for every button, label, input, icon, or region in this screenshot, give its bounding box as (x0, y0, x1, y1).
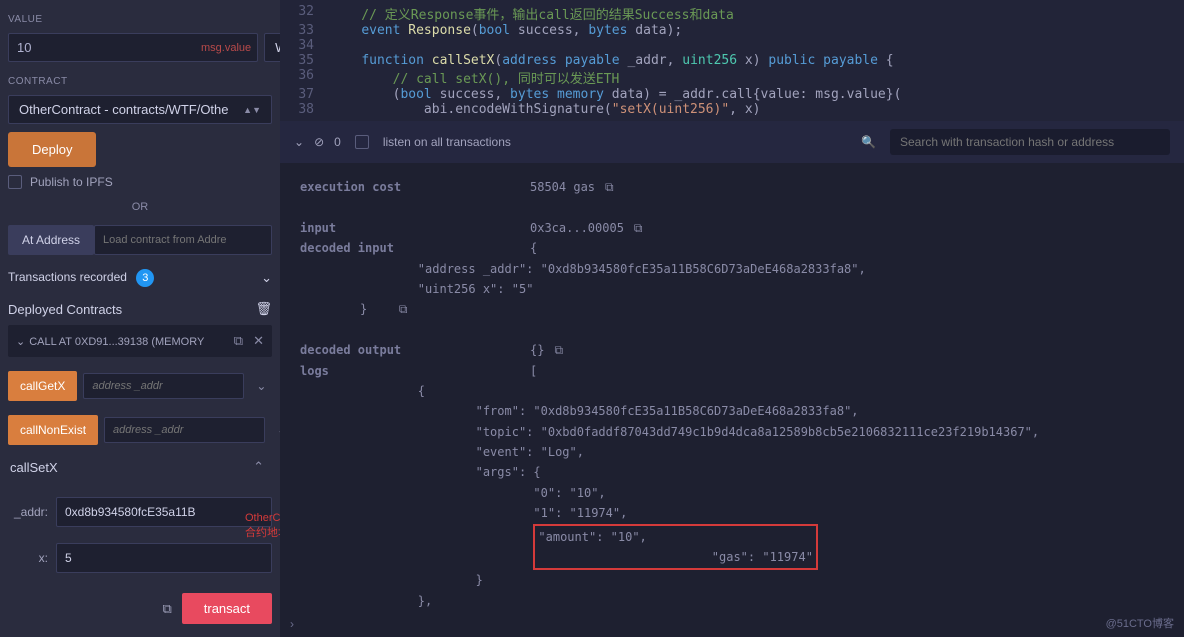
or-divider: OR (8, 201, 272, 213)
listen-checkbox[interactable] (355, 135, 369, 149)
copy-icon[interactable]: ⧉ (554, 343, 563, 357)
deployed-contract-name: CALL AT 0XD91...39138 (MEMORY (29, 336, 204, 348)
input-label: input (300, 218, 530, 238)
tx-count-badge: 3 (136, 269, 154, 287)
addr-param-input[interactable] (56, 497, 272, 527)
code-editor[interactable]: 32 // 定义Response事件，输出call返回的结果Success和da… (280, 0, 1184, 121)
copy-icon[interactable]: ⧉ (399, 302, 408, 316)
annotation-addr: OtherContract合约地址 (245, 512, 280, 540)
log-entry-0: { "from": "0xd8b934580fcE35a11B58C6D73aD… (300, 381, 1164, 611)
close-icon[interactable]: ✕ (253, 333, 264, 349)
chevron-down-icon[interactable]: ⌄ (16, 336, 25, 348)
chevron-up-icon[interactable]: ⌃ (247, 459, 270, 475)
load-address-input[interactable] (94, 225, 272, 255)
value-label: VALUE (8, 14, 272, 25)
unit-select[interactable]: Wei ▲▼ (264, 33, 280, 62)
callnonexist-button[interactable]: callNonExist (8, 415, 98, 445)
value-input-wrap[interactable]: msg.value (8, 33, 258, 62)
tx-recorded-label: Transactions recorded (8, 270, 127, 284)
deployed-contracts-label: Deployed Contracts (8, 302, 122, 317)
decoded-input-json: "address _addr": "0xd8b934580fcE35a11B58… (300, 259, 1164, 320)
exec-cost-label: execution cost (300, 177, 530, 197)
chevron-down-icon[interactable]: ⌄ (250, 379, 272, 393)
watermark: @51CTO博客 (1106, 615, 1174, 631)
logs-label: logs (300, 361, 530, 381)
exec-cost-value: 58504 gas (530, 180, 595, 194)
search-icon: 🔍 (861, 135, 876, 149)
copy-icon[interactable]: ⧉ (234, 333, 243, 349)
copy-icon[interactable]: ⧉ (605, 180, 614, 194)
listen-label: listen on all transactions (383, 135, 511, 149)
deploy-button[interactable]: Deploy (8, 132, 96, 167)
value-input[interactable] (9, 34, 201, 61)
chevron-down-icon[interactable]: ⌄ (271, 423, 280, 437)
transact-button[interactable]: transact (182, 593, 272, 624)
callgetx-input[interactable] (83, 373, 244, 399)
x-param-input[interactable] (56, 543, 272, 573)
value-placeholder: msg.value (201, 42, 257, 54)
chevron-icon[interactable]: ⌄ (294, 135, 304, 149)
copy-icon[interactable]: ⧉ (634, 221, 643, 235)
publish-ipfs-checkbox[interactable] (8, 175, 22, 189)
addr-param-label: _addr: (8, 505, 48, 519)
search-input[interactable] (890, 129, 1170, 155)
at-address-button[interactable]: At Address (8, 225, 94, 255)
tx-count: 0 (334, 135, 341, 149)
contract-label: CONTRACT (8, 76, 272, 87)
callgetx-button[interactable]: callGetX (8, 371, 77, 401)
decoded-output-label: decoded output (300, 340, 530, 360)
terminal-output[interactable]: execution cost58504 gas ⧉ input0x3ca...00… (280, 163, 1184, 611)
prompt-icon[interactable]: › (280, 611, 1184, 637)
callsetx-label: callSetX (10, 460, 58, 475)
contract-select[interactable]: OtherContract - contracts/WTF/Othe ▲▼ (8, 95, 272, 124)
copy-icon[interactable]: ⧉ (162, 601, 171, 617)
contract-name: OtherContract - contracts/WTF/Othe (19, 102, 229, 117)
decoded-output-value: {} (530, 343, 544, 357)
chevron-down-icon[interactable]: ⌄ (261, 270, 272, 286)
decoded-input-label: decoded input (300, 238, 530, 258)
caret-icon: ▲▼ (243, 105, 261, 115)
callnonexist-input[interactable] (104, 417, 265, 443)
block-icon[interactable]: ⊘ (314, 135, 324, 149)
x-param-label: x: (8, 551, 48, 565)
input-value: 0x3ca...00005 (530, 221, 624, 235)
trash-icon[interactable]: 🗑 (255, 301, 272, 317)
publish-ipfs-label: Publish to IPFS (30, 175, 113, 189)
